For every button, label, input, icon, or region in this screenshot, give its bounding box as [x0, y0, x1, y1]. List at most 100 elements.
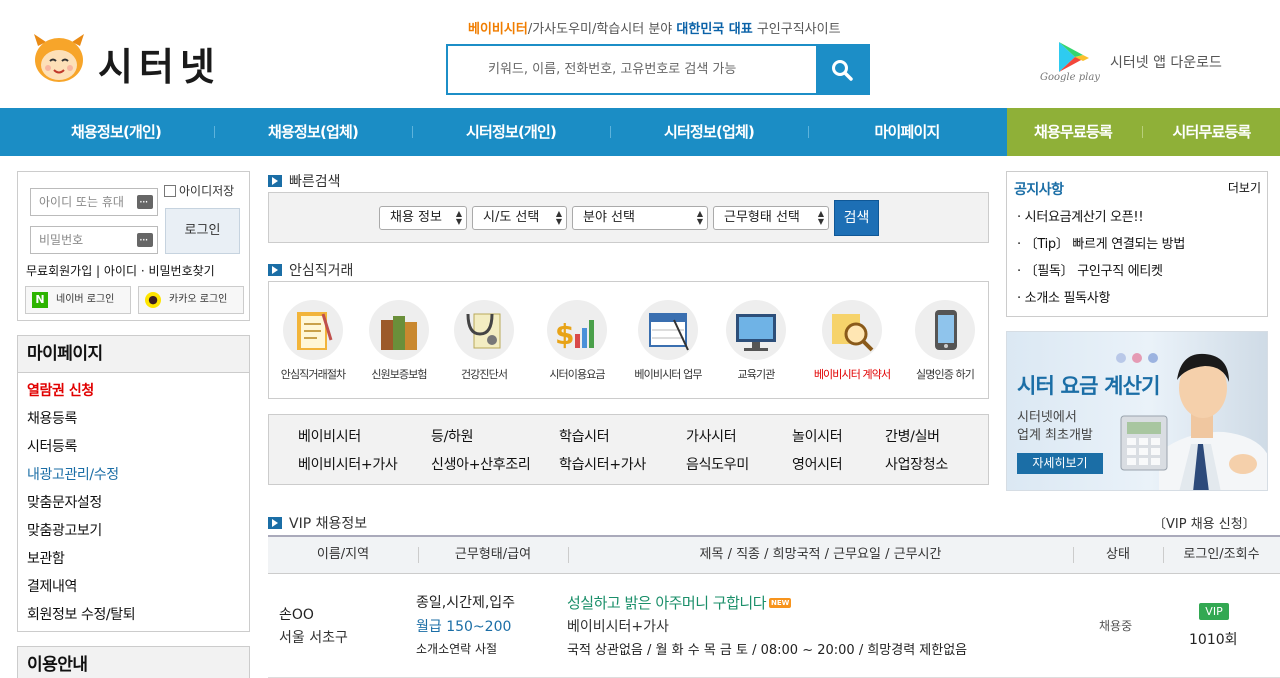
category-tutor-housework[interactable]: 학습시터+가사	[559, 454, 646, 474]
banner-person-illustration	[1120, 353, 1267, 490]
nav-jobs-individual[interactable]: 채용정보(개인)	[18, 108, 214, 156]
tagline-babysitter: 베이비시터	[468, 22, 528, 37]
category-tutor-sitter[interactable]: 학습시터	[559, 426, 610, 446]
safe-item-procedure[interactable]: 안심직거래절차	[273, 300, 353, 382]
naver-login-label: 네이버 로그인	[56, 294, 115, 305]
notice-title: 공지사항	[1014, 182, 1064, 198]
menu-custom-ads[interactable]: 맞춤광고보기	[18, 517, 249, 545]
select-work-type[interactable]: 근무형태 선택 ▲ ▼	[713, 206, 829, 230]
checkbox-icon[interactable]	[164, 185, 176, 197]
menu-job-register[interactable]: 채용등록	[18, 405, 249, 433]
vip-apply-link[interactable]: 〔VIP 채용 신청〕	[1153, 513, 1256, 532]
notice-item[interactable]: · 소개소 필독사항	[1017, 287, 1110, 306]
password-field[interactable]: 비밀번호	[30, 226, 158, 254]
main-nav: 채용정보(개인) 채용정보(업체) 시터정보(개인) 시터정보(업체) 마이페이…	[0, 108, 1280, 156]
keyboard-icon[interactable]	[137, 227, 153, 253]
row-job: 베이비시터+가사	[567, 619, 669, 635]
safe-label-education: 교육기관	[737, 368, 776, 381]
tagline-korea-best: 대한민국 대표	[676, 22, 753, 37]
vip-badge: VIP	[1199, 603, 1229, 620]
magnifier-document-icon	[822, 300, 882, 360]
safe-trade-title: 안심직거래	[289, 263, 354, 279]
id-field[interactable]: 아이디 또는 휴대	[30, 188, 158, 216]
category-english-sitter[interactable]: 영어시터	[792, 454, 843, 474]
id-field-placeholder: 아이디 또는 휴대	[39, 195, 124, 209]
quick-search-button[interactable]: 검색	[834, 200, 879, 236]
logo-text: 시터넷	[98, 45, 221, 89]
select-job-type-value: 채용 정보	[390, 210, 442, 225]
menu-view-pass-apply[interactable]: 열람권 신청	[18, 377, 249, 405]
safe-item-pricing[interactable]: $ 시터이용요금	[537, 300, 617, 382]
notice-more-link[interactable]: 더보기	[1228, 179, 1261, 196]
row-contact-note: 소개소연락 사절	[416, 642, 498, 656]
nav-mypage[interactable]: 마이페이지	[808, 108, 1006, 156]
naver-login-button[interactable]: N 네이버 로그인	[25, 286, 131, 314]
site-header: 시터넷 베이비시터/가사도우미/학습시터 분야 대한민국 대표 구인구직사이트 …	[0, 0, 1280, 108]
row-work-type: 종일,시간제,입주	[416, 595, 516, 611]
notice-item[interactable]: · 〔Tip〕 빠르게 연결되는 방법	[1017, 233, 1185, 252]
banner-detail-button[interactable]: 자세히보기	[1017, 453, 1103, 474]
row-job-title-link[interactable]: 성실하고 밝은 아주머니 구합니다	[567, 594, 767, 612]
safe-item-duties[interactable]: 베이비시터 업무	[628, 300, 708, 382]
search-input[interactable]	[448, 46, 816, 93]
safe-item-verify[interactable]: 실명인증 하기	[905, 300, 985, 382]
select-job-type[interactable]: 채용 정보 ▲ ▼	[379, 206, 467, 230]
nav-jobs-company[interactable]: 채용정보(업체)	[214, 108, 412, 156]
search-button[interactable]	[816, 46, 868, 93]
category-cooking[interactable]: 음식도우미	[686, 454, 749, 474]
svg-text:$: $	[555, 318, 574, 351]
safe-item-insurance[interactable]: 신원보증보험	[359, 300, 439, 382]
safe-label-health: 건강진단서	[460, 368, 508, 381]
menu-sitter-register[interactable]: 시터등록	[18, 433, 249, 461]
col-name-region: 이름/지역	[316, 547, 370, 562]
fee-calculator-banner[interactable]: 시터 요금 계산기 시터넷에서 업계 최초개발 자세히보기	[1006, 331, 1268, 491]
kakao-login-label: 카카오 로그인	[169, 294, 228, 305]
site-logo[interactable]: 시터넷	[28, 30, 258, 90]
menu-sms-settings[interactable]: 맞춤문자설정	[18, 489, 249, 517]
category-office-cleaning[interactable]: 사업장청소	[885, 454, 948, 474]
safe-label-contract: 베이비시터 계약서	[813, 368, 891, 381]
nav-sitters-company[interactable]: 시터정보(업체)	[610, 108, 808, 156]
category-babysitter-housework[interactable]: 베이비시터+가사	[298, 454, 398, 474]
new-badge: NEW	[769, 598, 792, 608]
nav-sitters-individual[interactable]: 시터정보(개인)	[412, 108, 610, 156]
kakao-login-button[interactable]: ● 카카오 로그인	[138, 286, 244, 314]
notice-item[interactable]: · 시터요금계산기 오픈!!	[1017, 206, 1144, 225]
category-pickup[interactable]: 등/하원	[431, 426, 473, 446]
safe-label-pricing: 시터이용요금	[549, 368, 605, 381]
save-id-label: 아이디저장	[179, 184, 235, 198]
naver-icon: N	[32, 292, 48, 308]
notice-item[interactable]: · 〔필독〕 구인구직 에티켓	[1017, 260, 1163, 279]
guide-title: 이용안내	[18, 647, 249, 678]
mypage-title: 마이페이지	[18, 336, 249, 373]
select-field[interactable]: 분야 선택 ▲ ▼	[572, 206, 708, 230]
row-name: 손OO	[279, 607, 314, 623]
nav-sitter-free-register[interactable]: 시터무료등록	[1143, 108, 1280, 156]
category-play-sitter[interactable]: 놀이시터	[792, 426, 843, 446]
safe-item-education[interactable]: 교육기관	[716, 300, 796, 382]
app-download-link[interactable]: 시터넷 앱 다운로드	[1110, 52, 1222, 72]
category-caregiver[interactable]: 간병/실버	[885, 426, 940, 446]
safe-item-contract[interactable]: 베이비시터 계약서	[807, 300, 897, 382]
menu-ad-manage[interactable]: 내광고관리/수정	[18, 461, 249, 489]
menu-payments[interactable]: 결제내역	[18, 573, 249, 601]
category-babysitter[interactable]: 베이비시터	[298, 426, 361, 446]
signup-find-links[interactable]: 무료회원가입 | 아이디 · 비밀번호찾기	[26, 262, 215, 279]
vip-table-header: 이름/지역 근무형태/급여 제목 / 직종 / 희망국적 / 근무요일 / 근무…	[268, 535, 1280, 574]
menu-saved-box[interactable]: 보관함	[18, 545, 249, 573]
calendar-icon	[638, 300, 698, 360]
keyboard-icon[interactable]	[137, 189, 153, 215]
menu-member-edit[interactable]: 회원정보 수정/탈퇴	[18, 601, 249, 629]
select-region[interactable]: 시/도 선택 ▲ ▼	[472, 206, 567, 230]
login-button[interactable]: 로그인	[165, 208, 240, 254]
quick-search-box: 채용 정보 ▲ ▼ 시/도 선택 ▲ ▼ 분야 선택 ▲ ▼ 근무형태 선택 ▲ ▼ 검색	[268, 192, 989, 243]
document-folder-icon	[283, 300, 343, 360]
google-play-label: Google play	[1040, 72, 1100, 83]
category-housekeeper[interactable]: 가사시터	[686, 426, 737, 446]
safe-label-procedure: 안심직거래절차	[280, 368, 346, 381]
nav-job-free-register[interactable]: 채용무료등록	[1007, 108, 1139, 156]
save-id-checkbox[interactable]: 아이디저장	[164, 182, 234, 199]
category-newborn[interactable]: 신생아+산후조리	[431, 454, 531, 474]
safe-item-health[interactable]: 건강진단서	[444, 300, 524, 382]
vip-table-row[interactable]: 손OO 서울 서초구 종일,시간제,입주 월급 150~200 소개소연락 사절…	[268, 575, 1280, 678]
